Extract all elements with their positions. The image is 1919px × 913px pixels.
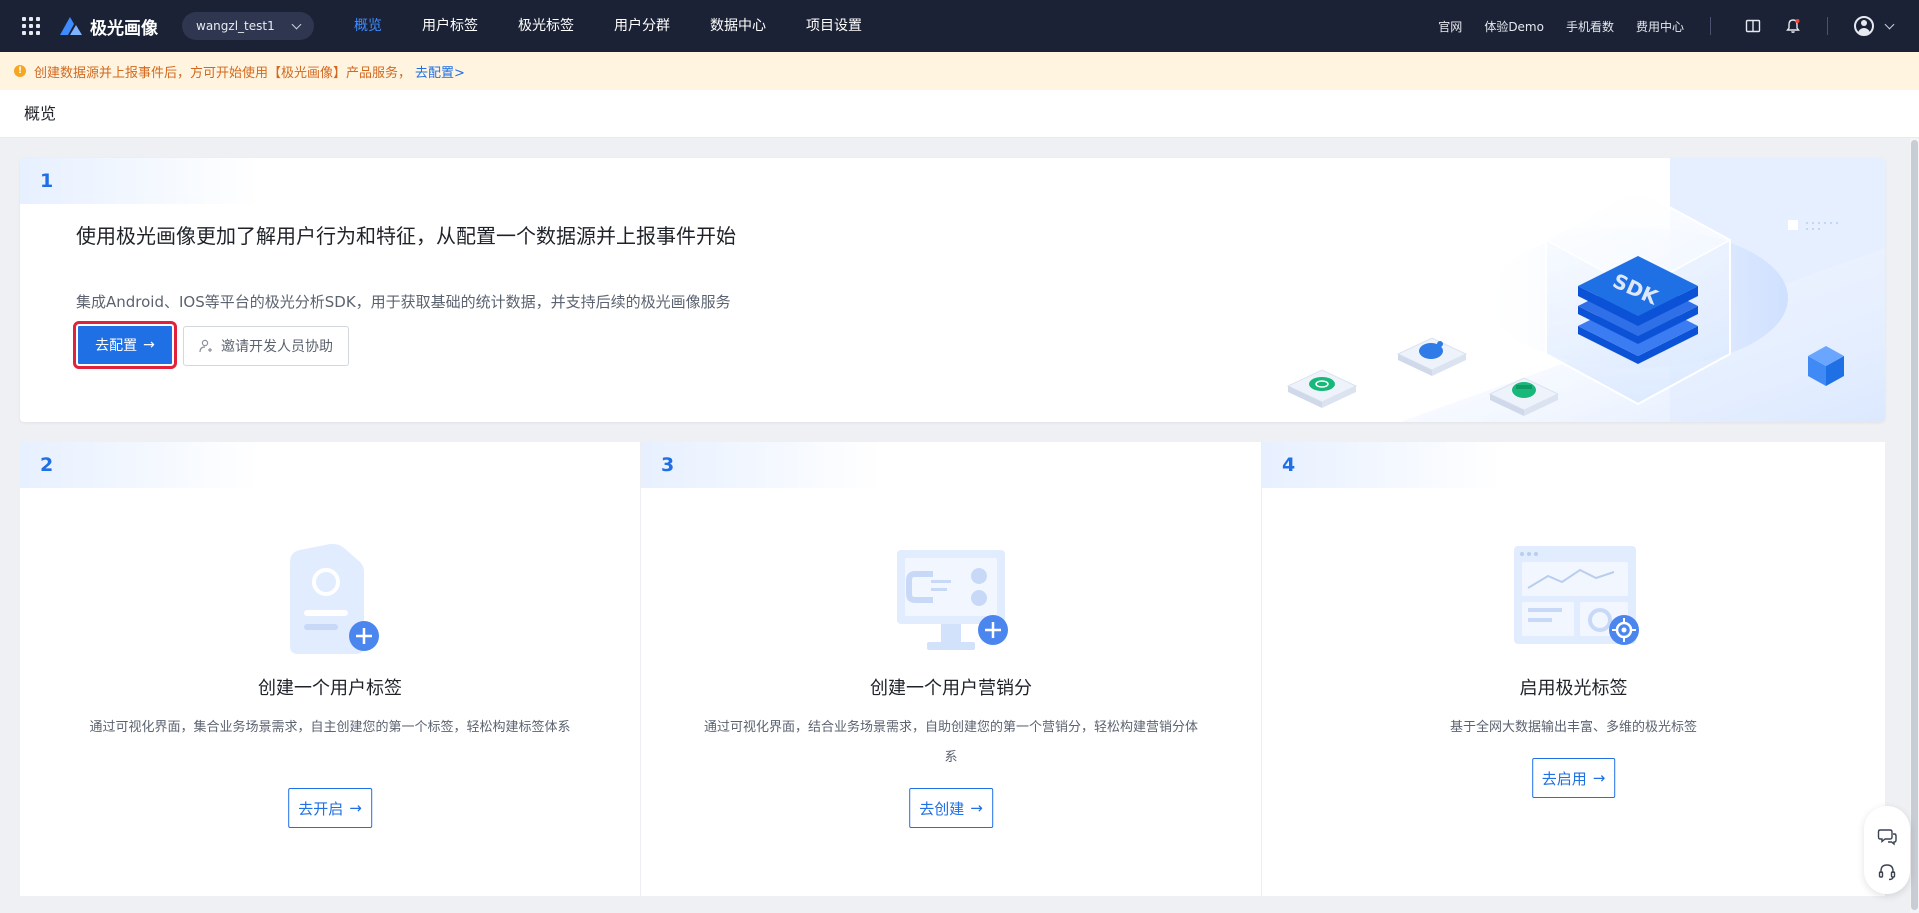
step4-title: 启用极光标签	[1519, 678, 1628, 699]
marketing-score-illustration	[897, 550, 1008, 650]
arrow-right-icon: →	[143, 337, 155, 353]
warning-icon: !	[14, 65, 26, 77]
topbar-right-links: 官网 体验Demo 手机看数 费用中心	[1416, 0, 1919, 52]
step3-description: 通过可视化界面，结合业务场景需求，自助创建您的第一个营销分，轻松构建营销分体系	[703, 720, 1198, 765]
invite-developer-button[interactable]: 邀请开发人员协助	[183, 326, 349, 366]
step3-card: 3 创建一个用户营销分 通过可视化界面，结合业务场景需求，自助创建您的第一个营销…	[641, 442, 1262, 896]
notice-text: 创建数据源并上报事件后，方可开始使用【极光画像】产品服务，	[34, 65, 412, 81]
chevron-down-icon[interactable]	[1884, 19, 1895, 29]
arrow-right-icon: →	[970, 799, 983, 817]
step1-description: 集成Android、IOS等平台的极光分析SDK，用于获取基础的统计数据，并支持…	[76, 293, 731, 311]
customer-service-icon[interactable]	[1877, 862, 1897, 882]
top-navigation-bar: 极光画像 wangzl_test1 概览 用户标签 极光标签 用户分群 数据中心…	[0, 0, 1919, 52]
divider	[1710, 17, 1711, 35]
link-demo[interactable]: 体验Demo	[1484, 18, 1544, 35]
step1-card: 1 使用极光画像更加了解用户行为和特征，从配置一个数据源并上报事件开始 集成An…	[20, 158, 1885, 422]
nav-user-tags[interactable]: 用户标签	[422, 0, 478, 52]
chevron-down-icon	[291, 19, 302, 29]
brand-logo-icon	[60, 17, 82, 35]
step3-title: 创建一个用户营销分	[870, 678, 1032, 699]
step4-description: 基于全网大数据输出丰富、多维的极光标签	[1449, 720, 1697, 735]
page-scrollbar[interactable]	[1910, 138, 1919, 913]
step-number: 4	[1282, 454, 1296, 476]
enable-button[interactable]: 去开启 →	[288, 788, 372, 828]
jiguang-tag-illustration	[1513, 546, 1639, 645]
project-name: wangzl_test1	[196, 19, 275, 33]
nav-overview[interactable]: 概览	[354, 0, 382, 52]
create-button[interactable]: 去创建 →	[909, 788, 993, 828]
activate-button[interactable]: 去启用 →	[1531, 758, 1616, 798]
nav-user-segments[interactable]: 用户分群	[614, 0, 670, 52]
project-selector[interactable]: wangzl_test1	[182, 12, 314, 40]
divider	[1827, 17, 1828, 35]
link-billing-center[interactable]: 费用中心	[1636, 18, 1684, 35]
step-band	[1262, 442, 1502, 488]
create-button-label: 去创建	[919, 799, 965, 818]
apps-grid-icon[interactable]	[22, 17, 40, 35]
arrow-right-icon: →	[349, 799, 362, 817]
brand-logo[interactable]: 极光画像	[58, 14, 158, 39]
nav-data-center[interactable]: 数据中心	[710, 0, 766, 52]
floating-help-tools	[1864, 806, 1910, 894]
step-band	[20, 158, 260, 204]
notice-configure-link[interactable]: 去配置>	[415, 62, 465, 81]
step-number: 2	[40, 454, 54, 476]
step2-description: 通过可视化界面，集合业务场景需求，自主创建您的第一个标签，轻松构建标签体系	[89, 720, 571, 735]
step1-title: 使用极光画像更加了解用户行为和特征，从配置一个数据源并上报事件开始	[76, 224, 736, 248]
user-add-icon	[199, 339, 212, 353]
step-band	[20, 442, 260, 488]
step-number: 3	[661, 454, 675, 476]
step2-title: 创建一个用户标签	[258, 678, 402, 699]
chat-icon[interactable]	[1877, 826, 1897, 846]
main-nav: 概览 用户标签 极光标签 用户分群 数据中心 项目设置	[354, 0, 902, 52]
brand-name: 极光画像	[90, 18, 158, 39]
scrollbar-thumb[interactable]	[1911, 140, 1918, 910]
link-official-site[interactable]: 官网	[1438, 18, 1462, 35]
apple-tile-icon	[1396, 337, 1468, 376]
step-number: 1	[40, 170, 54, 192]
link-mobile-view[interactable]: 手机看数	[1566, 18, 1614, 35]
nav-project-settings[interactable]: 项目设置	[806, 0, 862, 52]
configure-button[interactable]: 去配置 →	[73, 321, 177, 369]
step4-card: 4 启用极光标签 基于全网大数据输出丰富、多维的极光标签 去启用 →	[1262, 442, 1885, 896]
book-icon[interactable]	[1745, 18, 1761, 34]
steps-row: 2 创建一个用户标签 通过可视化界面，集合业务场景需求，自主创建您的第一个标签，…	[20, 442, 1885, 896]
user-tag-illustration	[290, 543, 379, 654]
enable-button-label: 去开启	[298, 799, 344, 818]
bell-icon[interactable]	[1785, 18, 1801, 34]
invite-developer-label: 邀请开发人员协助	[221, 339, 333, 355]
user-avatar-icon[interactable]	[1854, 16, 1874, 36]
activate-button-label: 去启用	[1541, 769, 1587, 788]
step2-card: 2 创建一个用户标签 通过可视化界面，集合业务场景需求，自主创建您的第一个标签，…	[20, 442, 641, 896]
sdk-illustration: SDK	[1286, 158, 1885, 422]
setup-notice-bar: ! 创建数据源并上报事件后，方可开始使用【极光画像】产品服务， 去配置>	[0, 52, 1919, 90]
page-title: 概览	[0, 90, 1919, 138]
step-band	[641, 442, 881, 488]
configure-button-label: 去配置	[95, 338, 138, 354]
link-tile-icon	[1286, 369, 1358, 408]
nav-jiguang-tags[interactable]: 极光标签	[518, 0, 574, 52]
arrow-right-icon: →	[1592, 769, 1606, 787]
